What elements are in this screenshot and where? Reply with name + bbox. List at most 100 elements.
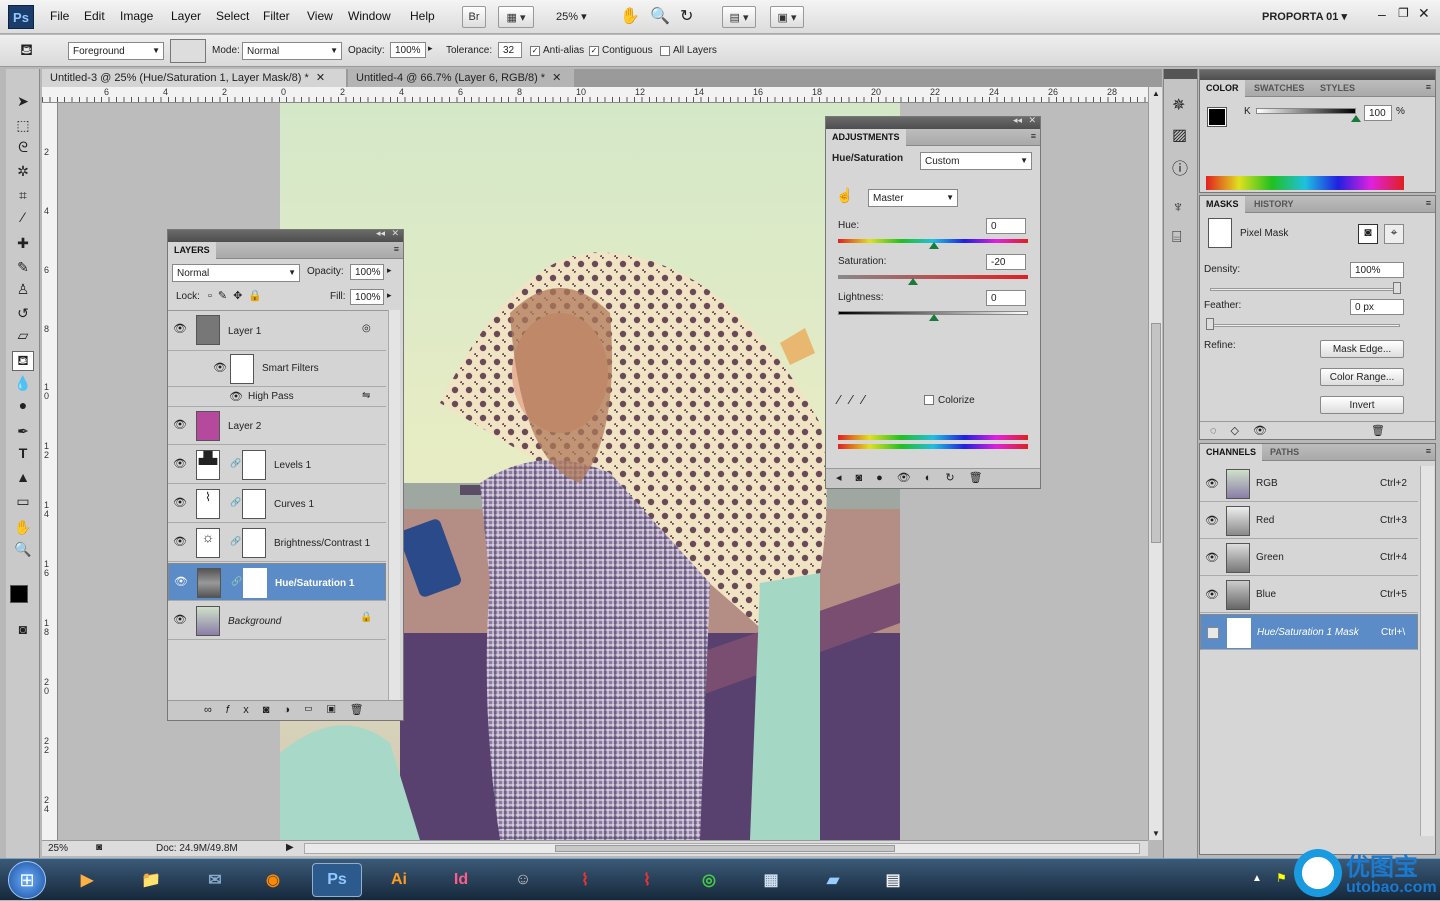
tab-channels[interactable]: CHANNELS [1200,444,1263,461]
layer-opacity-input[interactable]: 100% [350,264,384,280]
panel-menu-icon[interactable]: ≡ [394,244,399,254]
visibility-eye-icon[interactable]: 👁 [172,535,188,549]
layer-opacity-arrow[interactable]: ▸ [387,265,392,276]
layer-name[interactable]: Layer 1 [228,326,261,337]
start-button[interactable]: ⊞ [8,861,46,899]
layer-row[interactable]: 👁 ▟▙ 🔗 Levels 1 [168,446,386,484]
layers-scrollbar[interactable] [388,310,400,702]
eyedropper-icons[interactable]: ⁄⁄⁄ [838,392,875,407]
tab-adjustments[interactable]: ADJUSTMENTS [826,129,906,146]
messenger-icon[interactable]: ☺ [498,863,548,897]
contiguous-checkbox[interactable]: ✓ [589,46,599,56]
tab-masks[interactable]: MASKS [1200,196,1245,213]
pattern-picker[interactable] [170,39,206,63]
visibility-eye-icon[interactable]: 👁 [172,457,188,471]
navigator-icon[interactable]: ✵ [1172,95,1185,115]
layer-name[interactable]: Levels 1 [274,460,311,471]
filter-options-icon[interactable]: ⇋ [362,390,370,401]
strip-titlebar[interactable] [1164,69,1197,79]
illustrator-taskbar-icon[interactable]: Ai [374,863,424,897]
layer-row[interactable]: 👁 ☼ 🔗 Brightness/Contrast 1 [168,524,386,562]
canvas-vertical-scrollbar[interactable]: ▲ ▼ [1148,87,1162,840]
layer-name[interactable]: Background [228,616,281,627]
panel-titlebar[interactable] [1200,70,1435,80]
channel-row-green[interactable]: 👁 Green Ctrl+4 [1200,540,1418,576]
channel-row-rgb[interactable]: 👁 RGB Ctrl+2 [1200,466,1418,502]
tab-layers[interactable]: LAYERS [168,242,216,259]
color-range-button[interactable]: Color Range... [1320,368,1404,386]
colorize-checkbox[interactable] [924,395,934,405]
fill-source-select[interactable]: Foreground ▼ [68,42,164,60]
opacity-slider-arrow[interactable]: ▸ [428,43,433,54]
channels-scrollbar[interactable] [1420,466,1434,836]
k-input[interactable]: 100 [1364,105,1392,121]
panel-menu-icon[interactable]: ≡ [1426,446,1431,456]
layer-fill-arrow[interactable]: ▸ [387,290,392,301]
visibility-eye-icon[interactable]: 👁 [1204,551,1220,565]
panel-titlebar[interactable]: ◂◂ ✕ [826,115,1040,129]
preset-select[interactable]: Custom ▼ [920,152,1032,170]
dodge-tool-icon[interactable]: ● [12,397,34,417]
tray-arrow-icon[interactable]: ▲ [1252,873,1262,884]
menu-help[interactable]: Help [410,9,435,23]
tolerance-input[interactable]: 32 [498,42,522,58]
scroll-thumb[interactable] [555,845,895,852]
saturation-input[interactable]: -20 [986,254,1026,270]
crop-tool-icon[interactable]: ⌗ [12,187,34,207]
scroll-down-icon[interactable]: ▼ [1152,829,1160,838]
k-slider[interactable] [1256,108,1356,114]
menu-file[interactable]: File [50,9,69,23]
k-slider-thumb[interactable] [1351,115,1361,122]
layer-name[interactable]: Layer 2 [228,421,261,432]
visibility-eye-icon[interactable]: 👁 [212,361,228,375]
menu-filter[interactable]: Filter [263,9,290,23]
channel-row-mask[interactable]: Hue/Saturation 1 Mask Ctrl+\ [1200,614,1418,650]
shape-tool-icon[interactable]: ▭ [12,493,34,513]
marquee-tool-icon[interactable]: ⬚ [12,117,34,137]
close-icon[interactable]: ✕ [1028,115,1036,126]
feather-input[interactable]: 0 px [1350,299,1404,315]
scroll-thumb[interactable] [1151,323,1161,543]
delete-mask-icon[interactable]: 🗑 [1371,425,1399,437]
layers-footer-icons[interactable]: ∞𝑓x◙◑▭▣🗑 [168,700,403,720]
arrange-documents-button[interactable]: ▤ ▾ [722,6,756,28]
menu-layer[interactable]: Layer [171,9,201,23]
visibility-eye-icon[interactable]: 👁 [1204,588,1220,602]
hand-icon[interactable]: ✋ [620,6,640,26]
type-tool-icon[interactable]: T [12,445,34,465]
close-icon[interactable]: ✕ [1418,5,1430,22]
paint-bucket-tool-icon[interactable]: ⛾ [12,351,34,371]
paint-bucket-icon[interactable]: ⛾ [20,41,33,61]
document-icon[interactable]: ▤ [868,863,918,897]
panel-menu-icon[interactable]: ≡ [1426,82,1431,92]
foreground-color-swatch[interactable] [10,585,28,603]
tab-color[interactable]: COLOR [1200,80,1245,97]
panel-menu-icon[interactable]: ≡ [1426,198,1431,208]
zoom-tool-icon[interactable]: 🔍 [12,541,34,561]
lightness-slider-thumb[interactable] [929,314,939,321]
eyedropper-tool-icon[interactable]: ⁄ [12,209,34,229]
rotate-view-icon[interactable]: ↻ [680,6,693,26]
mode-select[interactable]: Normal ▼ [242,42,342,60]
close-tab-icon[interactable]: ✕ [552,72,561,84]
layer-name[interactable]: Curves 1 [274,499,314,510]
channel-row-red[interactable]: 👁 Red Ctrl+3 [1200,503,1418,539]
notes-icon[interactable]: ▰ [808,863,858,897]
mask-edge-button[interactable]: Mask Edge... [1320,340,1404,358]
tab-swatches[interactable]: SWATCHES [1248,80,1310,97]
file-explorer-icon[interactable]: 📁 [126,863,176,897]
pixel-mask-button[interactable]: ◙ [1358,224,1378,244]
visibility-toggle[interactable] [1207,627,1219,639]
visibility-eye-icon[interactable]: 👁 [172,322,188,336]
brushes-icon[interactable]: ⌸ [1172,229,1182,247]
layer-fill-input[interactable]: 100% [350,289,384,305]
lasso-tool-icon[interactable]: ᘓ [12,139,34,159]
path-select-tool-icon[interactable]: ▲ [12,469,34,489]
chrome-icon[interactable]: ◎ [684,863,734,897]
media-player-icon[interactable]: ▶ [62,863,112,897]
channel-row-blue[interactable]: 👁 Blue Ctrl+5 [1200,577,1418,613]
zoom-icon[interactable]: 🔍 [650,6,670,26]
visibility-eye-icon[interactable]: 👁 [1204,477,1220,491]
adjustments-footer-icons[interactable]: ◂◙●👁◐↻🗑 [826,468,1040,488]
filter-row[interactable]: 👁 High Pass ⇋ [168,387,386,407]
